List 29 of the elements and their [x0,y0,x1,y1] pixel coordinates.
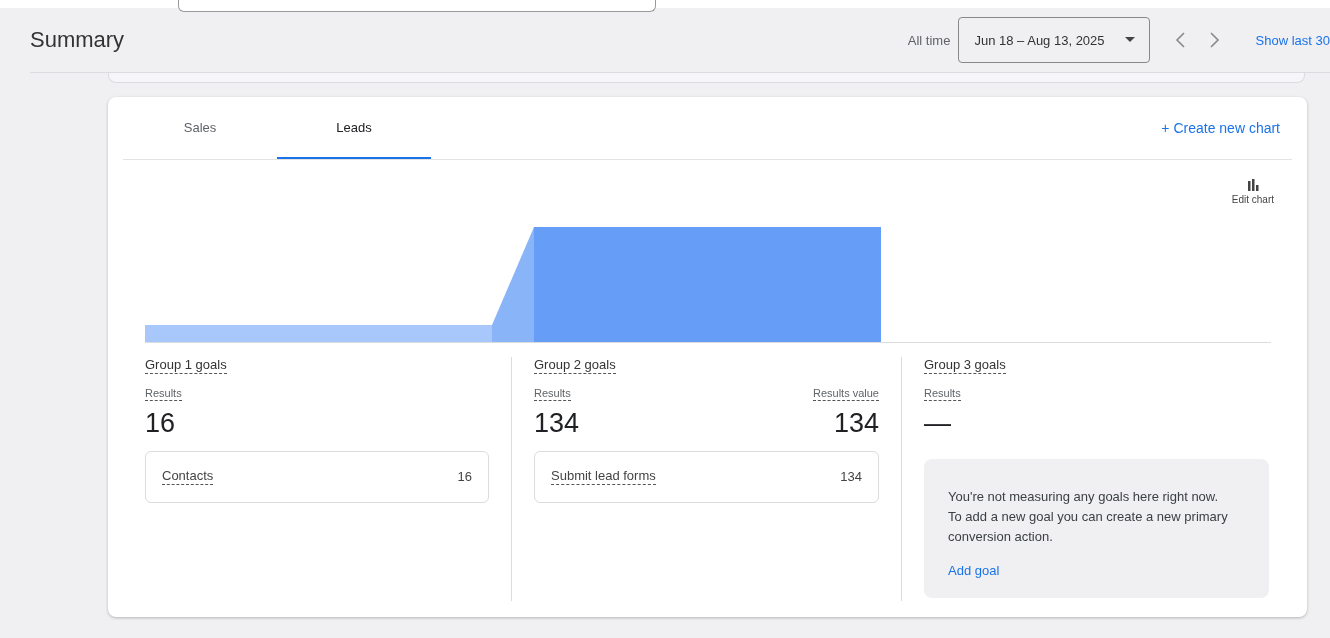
metric-value: 134 [833,406,879,439]
metric-value: 134 [534,406,580,439]
create-chart-link[interactable]: + Create new chart [1161,120,1280,136]
show-last-link[interactable]: Show last 30 [1255,32,1330,48]
goal-value: 134 [840,469,862,485]
metric-label[interactable]: Results value [812,386,879,401]
page-title: Summary [30,27,125,53]
group-title[interactable]: Group 1 goals [145,357,227,374]
bar-chart-icon [1246,179,1259,191]
goal-name[interactable]: Contacts [162,468,214,486]
date-range-dropdown[interactable]: Jun 18 – Aug 13, 2025 [958,17,1150,63]
metric-value: — [924,406,951,439]
notice-text: You're not measuring any goals here right now. To add a new goal you can create a new primary conversion action. [948,487,1229,546]
goal-value: 16 [457,469,472,485]
add-goal-link[interactable]: Add goal [948,562,1000,578]
range-label: All time [907,32,951,48]
metric-label[interactable]: Results [924,386,961,401]
previous-icon[interactable] [1174,32,1185,48]
metric-value: 16 [145,406,176,439]
tab[interactable]: Sales [123,97,277,159]
group-title[interactable]: Group 3 goals [924,357,1006,374]
next-icon[interactable] [1209,32,1220,48]
tab[interactable]: Leads [277,97,431,159]
group-title[interactable]: Group 2 goals [534,357,616,374]
edit-chart-button[interactable]: Edit chart [1225,178,1280,206]
metric-label[interactable]: Results [534,386,571,401]
goal-name[interactable]: Submit lead forms [551,468,656,486]
caret-icon [1124,37,1135,43]
metric-label[interactable]: Results [145,386,182,401]
